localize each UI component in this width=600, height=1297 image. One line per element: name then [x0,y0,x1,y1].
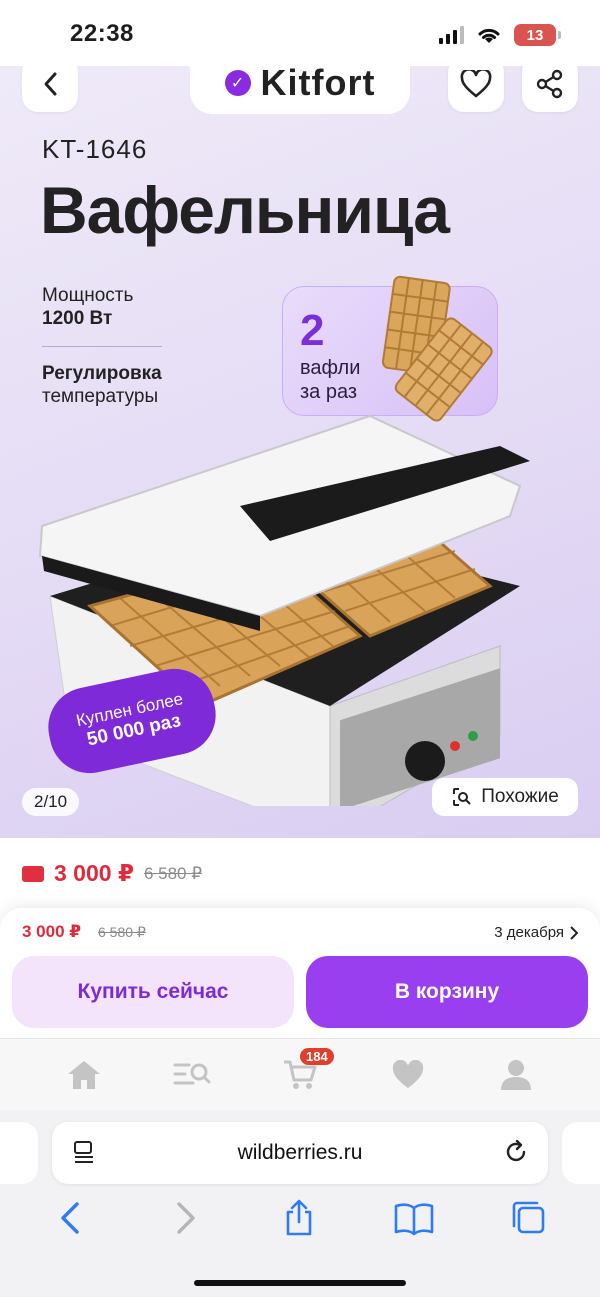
old-price: 6 580 ₽ [143,863,203,883]
signal-icon [439,26,464,44]
browser-back-icon[interactable] [51,1200,91,1236]
url-text: wildberries.ru [237,1141,363,1164]
heart-filled-icon [392,1059,424,1088]
home-indicator [194,1280,406,1286]
add-to-cart-button[interactable]: В корзину [306,956,588,1028]
nav-catalog[interactable] [162,1050,222,1100]
tabs-icon[interactable] [509,1198,549,1238]
bottom-navigation: 184 [0,1038,600,1110]
wallet-icon [22,865,44,882]
browser-chrome: wildberries.ru [0,1110,600,1297]
home-icon [68,1060,100,1089]
panel-price: 3 000 ₽ [22,922,82,941]
favorite-button[interactable] [448,66,504,112]
image-counter: 2/10 [22,788,80,816]
previous-tab-preview[interactable] [0,1122,38,1184]
panel-old-price: 6 580 ₽ [98,924,146,940]
brand-logo: ✓ Kitfort [190,66,410,114]
reload-icon[interactable] [502,1138,530,1166]
product-model: KT-1646 [42,134,148,164]
delivery-date-label: 3 декабря [494,924,564,941]
chevron-left-icon [44,72,57,96]
brand-name: Kitfort [260,66,376,103]
similar-button[interactable]: Похожие [432,778,578,816]
cart-badge: 184 [300,1047,334,1065]
status-bar: 22:38 13 [0,0,600,66]
bookmarks-icon[interactable] [393,1200,435,1236]
share-sheet-icon[interactable] [279,1198,319,1238]
heart-icon [460,70,492,98]
address-bar[interactable]: wildberries.ru [52,1122,548,1184]
delivery-date[interactable]: 3 декабря [494,924,578,941]
nav-cart[interactable]: 184 [270,1047,334,1100]
similar-label: Похожие [481,786,559,807]
nav-profile[interactable] [486,1050,546,1100]
wifi-icon [478,28,500,43]
similar-search-icon [453,788,471,806]
chevron-right-icon [570,925,578,940]
product-title: Вафельница [40,173,450,247]
nav-favorites[interactable] [378,1050,438,1100]
back-button[interactable] [22,66,78,112]
status-time: 22:38 [70,20,134,47]
next-tab-preview[interactable] [562,1122,600,1184]
catalog-search-icon [173,1063,211,1084]
share-icon [536,69,563,99]
nav-home[interactable] [54,1050,114,1100]
current-price: 3 000 ₽ [54,860,134,886]
share-button[interactable] [522,66,578,112]
battery-icon: 13 [514,24,561,46]
browser-toolbar [0,1198,600,1238]
browser-forward-icon[interactable] [165,1200,205,1236]
status-icons: 13 [439,24,561,46]
purchase-panel: 3 000 ₽ 6 580 ₽ 3 декабря Купить сейчас … [0,908,600,1038]
buy-now-button[interactable]: Купить сейчас [12,956,294,1028]
profile-icon [501,1059,531,1090]
price-row: 3 000 ₽ 6 580 ₽ [22,860,202,887]
product-image-gallery[interactable]: ✓ Kitfort KT-1646 Вафельница Мощность 12… [0,66,600,838]
check-icon: ✓ [224,70,251,96]
